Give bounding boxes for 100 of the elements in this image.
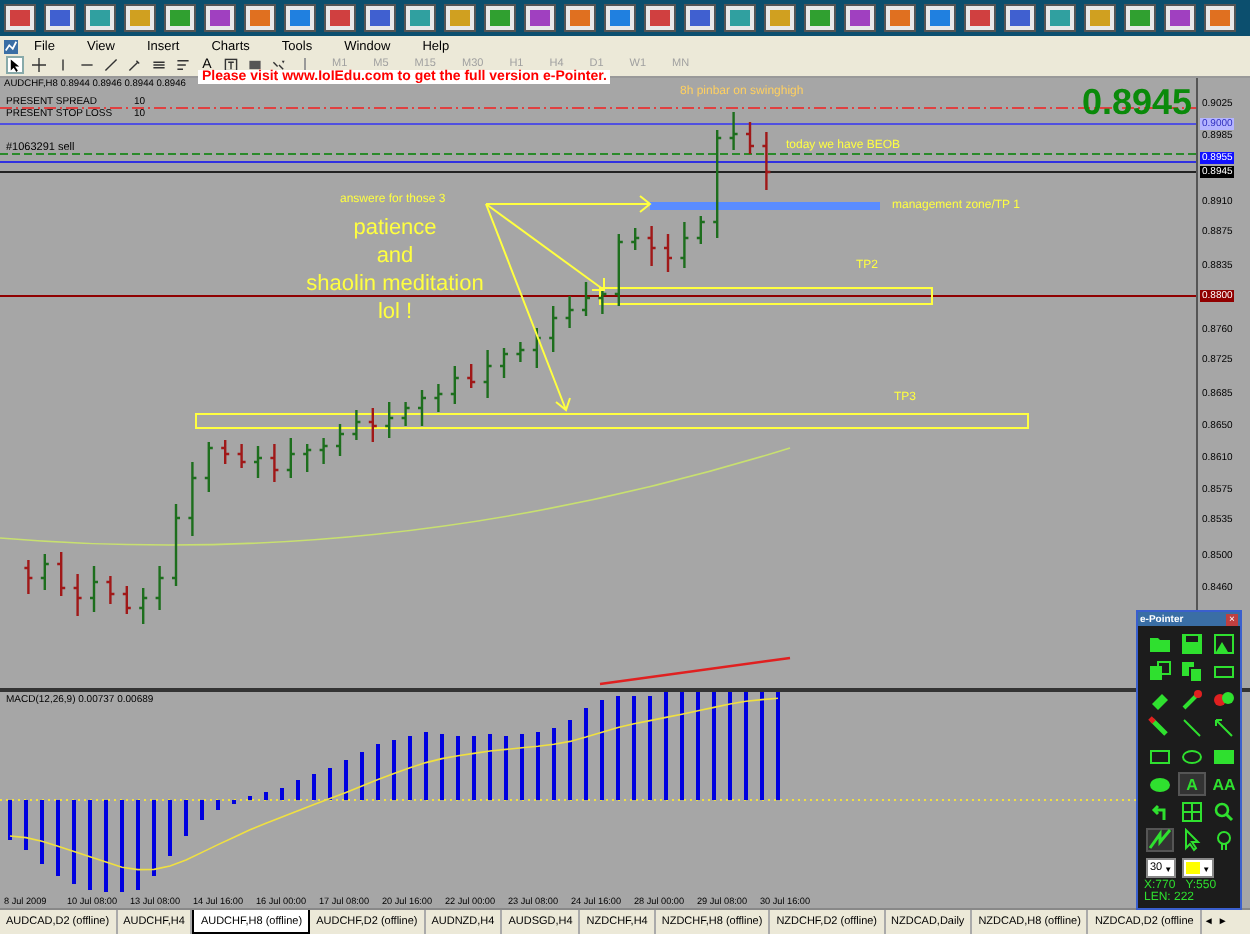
price-bar (400, 400, 411, 428)
filled-ellipse-icon (1148, 772, 1172, 796)
price-bar (203, 440, 214, 494)
price-bar (679, 220, 690, 270)
app-icon[interactable] (164, 4, 196, 32)
price-bar (482, 348, 493, 400)
price-bar (728, 110, 739, 152)
app-icon[interactable] (684, 4, 716, 32)
folder-tool-button[interactable] (1146, 632, 1174, 656)
price-bar (88, 564, 100, 614)
app-icon[interactable] (284, 4, 316, 32)
price-bar (138, 586, 149, 626)
copy-icon (1180, 660, 1204, 684)
app-icon[interactable] (1164, 4, 1196, 32)
app-icon[interactable] (964, 4, 996, 32)
price-bar (597, 286, 608, 316)
app-icon[interactable] (1204, 4, 1236, 32)
magnifier-tool-button[interactable] (1210, 800, 1238, 824)
price-bar (712, 128, 723, 240)
app-icon[interactable] (844, 4, 876, 32)
filled-rect-tool-button[interactable] (1210, 744, 1238, 768)
blots-tool-button[interactable] (1210, 688, 1238, 712)
marker-icon (1148, 716, 1172, 740)
price-bar (548, 304, 559, 354)
arrow-icon (1212, 716, 1236, 740)
app-icon[interactable] (244, 4, 276, 32)
crosshair-tool-icon[interactable] (32, 58, 46, 72)
label-tool-icon[interactable] (224, 58, 238, 72)
vline-tool-icon[interactable] (56, 58, 70, 72)
app-icon[interactable] (804, 4, 836, 32)
picture-tool-button[interactable] (1210, 632, 1238, 656)
rect-icon (1148, 744, 1172, 768)
arrow-tool-button[interactable] (1210, 716, 1238, 740)
app-icon[interactable] (524, 4, 556, 32)
app-icon[interactable] (924, 4, 956, 32)
price-bar (187, 460, 198, 538)
channel-tool-icon[interactable] (152, 58, 166, 72)
arrows-tool-icon[interactable] (272, 58, 286, 72)
app-icon[interactable] (884, 4, 916, 32)
trendline-tool-icon[interactable] (104, 58, 118, 72)
price-bar (252, 444, 264, 480)
app-icon[interactable] (84, 4, 116, 32)
price-bar (220, 438, 231, 466)
text-tool-button[interactable]: AA (1210, 772, 1238, 796)
copy-tool-button[interactable] (1178, 660, 1206, 684)
app-icon[interactable] (4, 4, 36, 32)
app-icon[interactable] (724, 4, 756, 32)
app-icon[interactable] (324, 4, 356, 32)
zigzag-tool-button[interactable] (1146, 828, 1174, 852)
price-bar (23, 558, 34, 596)
app-icon[interactable] (1124, 4, 1156, 32)
grid-tool-button[interactable] (1178, 800, 1206, 824)
pipette-tool-button[interactable] (1178, 688, 1206, 712)
fibo-tool-icon[interactable] (176, 58, 190, 72)
line-tool-button[interactable] (1178, 716, 1206, 740)
price-bar (433, 382, 444, 414)
app-icon[interactable] (564, 4, 596, 32)
cursor-tool-icon[interactable] (8, 58, 22, 72)
price-bar (39, 552, 50, 592)
app-icon[interactable] (444, 4, 476, 32)
rect-tool-button[interactable] (1146, 744, 1174, 768)
price-bar (498, 346, 510, 380)
app-icon[interactable] (204, 4, 236, 32)
app-icon[interactable] (764, 4, 796, 32)
meditation-text: and (376, 242, 414, 270)
price-bar (531, 326, 542, 370)
eraser-icon (1148, 688, 1172, 712)
app-icon[interactable] (364, 4, 396, 32)
copy-chart-tool-button[interactable] (1146, 660, 1174, 684)
app-icon[interactable] (644, 4, 676, 32)
filled-ellipse-tool-button[interactable] (1146, 772, 1174, 796)
rect-tool-icon[interactable] (248, 58, 262, 72)
hline-tool-icon[interactable] (80, 58, 94, 72)
pen-tool-icon[interactable] (128, 58, 142, 72)
meditation-text: shaolin meditation (306, 270, 484, 298)
app-icon[interactable] (404, 4, 436, 32)
pointer-icon (1180, 828, 1204, 852)
price-bar (154, 564, 165, 612)
text-tool-button[interactable]: A (1178, 772, 1206, 796)
price-bar (744, 120, 756, 156)
price-bar (515, 340, 526, 364)
frame-tool-button[interactable] (1210, 660, 1238, 684)
app-icon[interactable] (604, 4, 636, 32)
app-icon[interactable] (484, 4, 516, 32)
pipette-icon (1180, 688, 1204, 712)
app-icon[interactable] (124, 4, 156, 32)
app-icon[interactable] (1084, 4, 1116, 32)
price-bar (351, 408, 362, 442)
app-icon[interactable] (1004, 4, 1036, 32)
price-bar (334, 422, 346, 458)
app-icon[interactable] (44, 4, 76, 32)
save-tool-button[interactable] (1178, 632, 1206, 656)
ellipse-icon (1180, 744, 1204, 768)
magnifier-icon (1212, 800, 1236, 824)
price-bar (613, 232, 624, 308)
frame-icon (1212, 660, 1236, 684)
app-icon[interactable] (1044, 4, 1076, 32)
price-bar (761, 130, 772, 192)
price-bar (695, 214, 706, 246)
ellipse-tool-button[interactable] (1178, 744, 1206, 768)
